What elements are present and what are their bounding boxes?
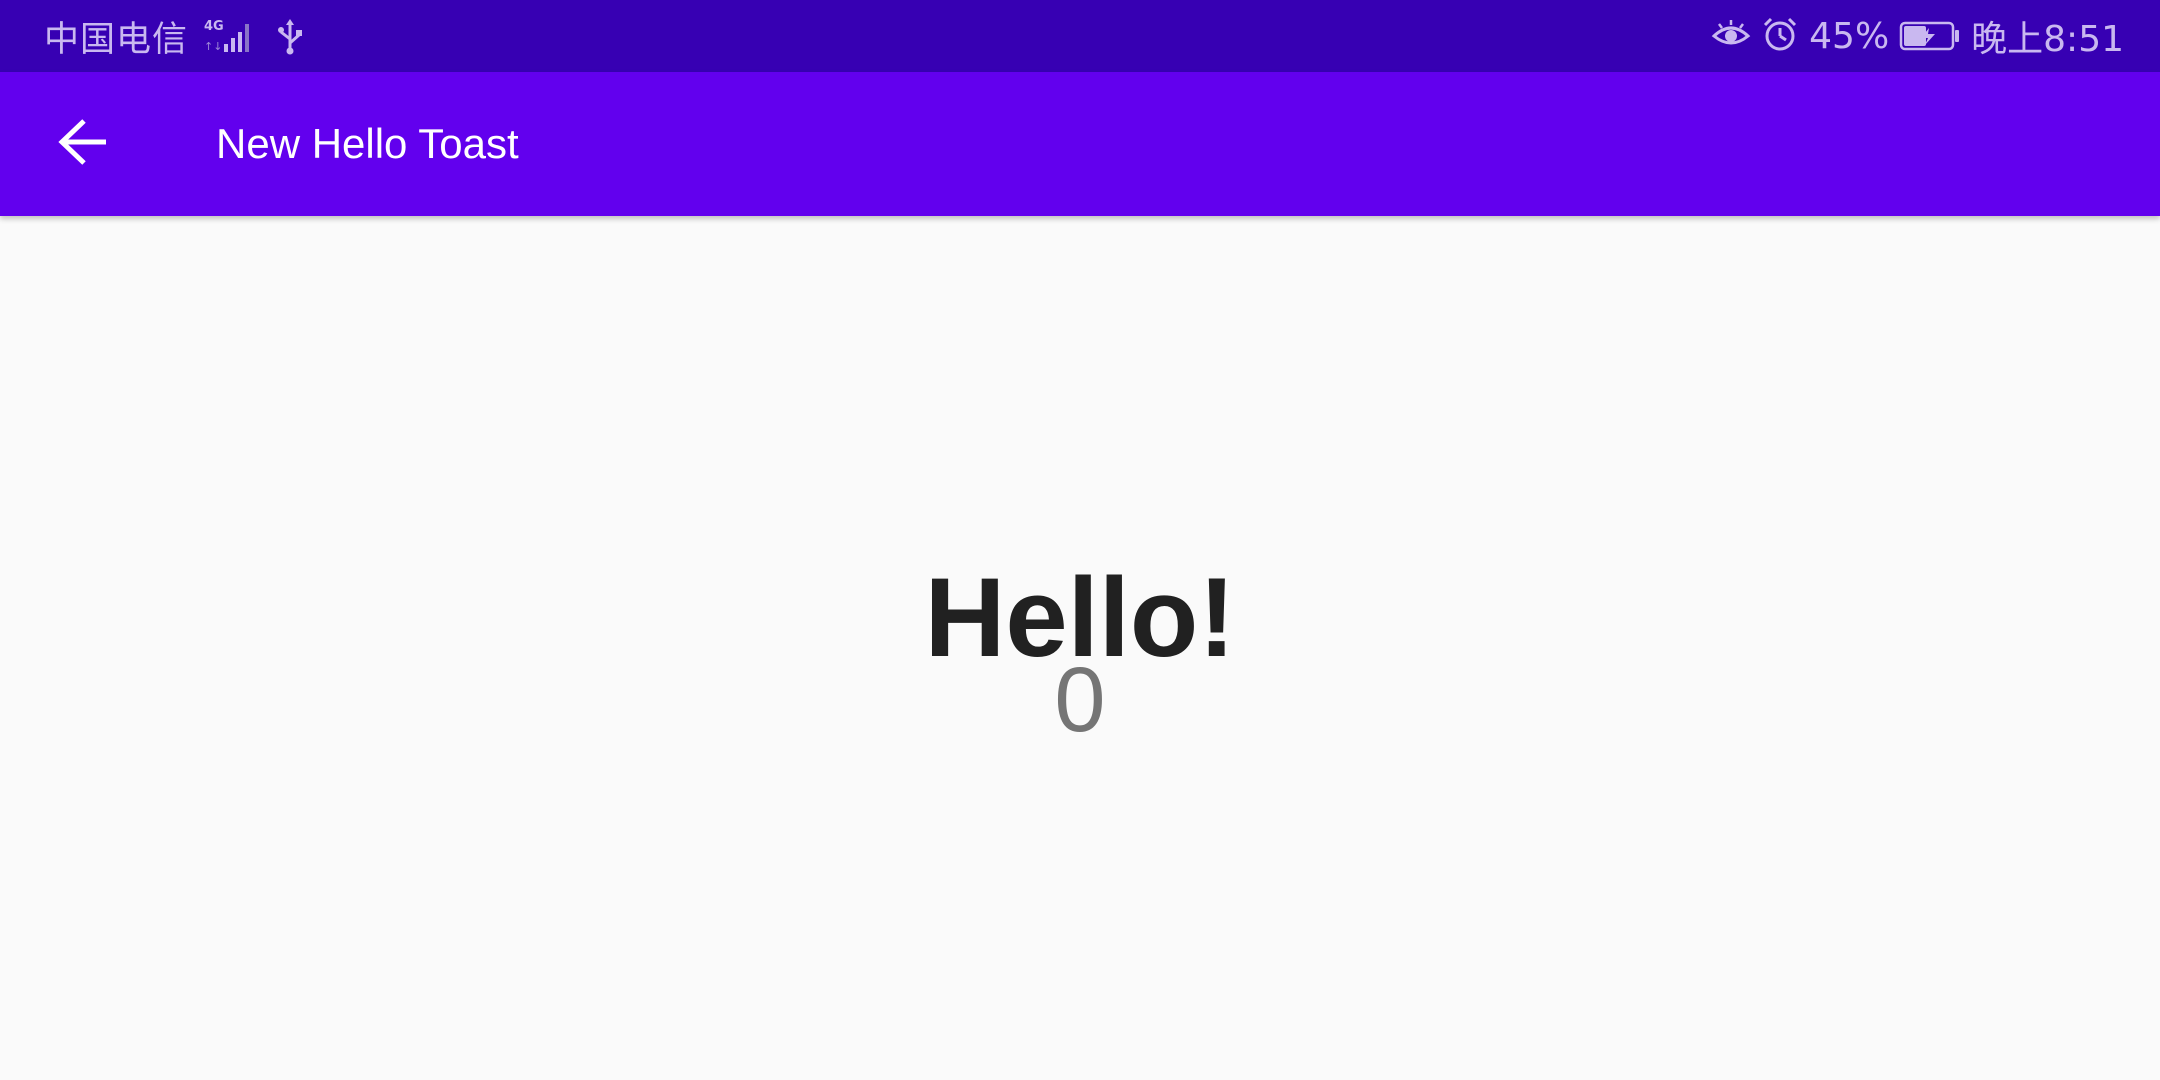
usb-icon <box>276 17 304 55</box>
eye-comfort-icon <box>1711 18 1751 54</box>
back-button[interactable] <box>40 104 128 184</box>
network-type-label: 4G <box>204 19 224 34</box>
app-bar: New Hello Toast <box>0 72 2160 216</box>
status-bar: 中国电信 4G ↑↓ 45% 晚上8:51 <box>0 0 2160 72</box>
arrow-back-icon <box>58 118 110 170</box>
main-content: Hello! 0 <box>0 216 2160 1080</box>
clock: 晚上8:51 <box>1971 19 2124 60</box>
carrier-name: 中国电信 <box>44 19 189 60</box>
battery-percent: 45% <box>1809 15 1890 57</box>
signal-icon: 4G ↑↓ <box>202 16 254 56</box>
status-left: 中国电信 4G ↑↓ <box>44 0 304 72</box>
count-text: 0 <box>1054 649 1106 751</box>
battery-charging-icon <box>1899 20 1961 52</box>
page-title: New Hello Toast <box>216 120 519 167</box>
svg-text:↑↓: ↑↓ <box>204 40 222 53</box>
status-right: 45% 晚上8:51 <box>1711 0 2124 72</box>
alarm-icon <box>1761 15 1799 57</box>
